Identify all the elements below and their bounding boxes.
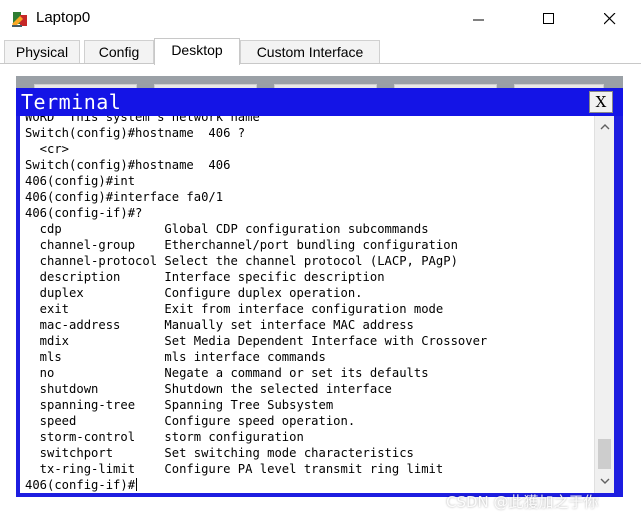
terminal-title: Terminal [21,90,122,114]
terminal-scrollbar[interactable] [594,116,614,493]
minimize-button[interactable] [456,0,502,38]
tab-config[interactable]: Config [84,40,154,64]
terminal-line: spanning-tree Spanning Tree Subsystem [25,398,334,412]
terminal-line: description Interface specific descripti… [25,270,385,284]
close-icon [604,13,616,25]
scroll-thumb[interactable] [598,439,611,469]
terminal-line: shutdown Shutdown the selected interface [25,382,392,396]
terminal-line: speed Configure speed operation. [25,414,356,428]
terminal-line: Switch(config)#hostname 406 ? [25,126,246,140]
terminal-line: WORD This system's network name [25,116,260,124]
terminal-close-button[interactable]: X [589,91,613,113]
close-button[interactable] [587,0,633,38]
cisco-laptop-icon [12,12,27,27]
maximize-button[interactable] [526,0,572,38]
text-cursor [136,478,138,491]
terminal-line: 406(config)#int [25,174,136,188]
terminal-line: no Negate a command or set its defaults [25,366,429,380]
chevron-down-icon [600,478,610,484]
terminal-line: mls mls interface commands [25,350,326,364]
terminal-line: duplex Configure duplex operation. [25,286,363,300]
terminal-line: channel-group Etherchannel/port bundling… [25,238,458,252]
terminal-line: storm-control storm configuration [25,430,304,444]
chevron-up-icon [600,124,610,130]
tab-bar: Physical Config Desktop Custom Interface [0,38,641,65]
window-titlebar: Laptop0 [0,0,641,38]
watermark: CSDN @此獲加之于你 [446,493,599,511]
tab-custom-interface[interactable]: Custom Interface [240,40,380,64]
terminal-line: exit Exit from interface configuration m… [25,302,444,316]
terminal-line: switchport Set switching mode characteri… [25,446,414,460]
terminal-output[interactable]: WORD This system's network name Switch(co… [20,116,594,493]
terminal-line: <cr> [25,142,70,156]
scroll-down-button[interactable] [595,473,614,491]
window-title: Laptop0 [36,9,91,26]
terminal-line: 406(config-if)#? [25,206,143,220]
maximize-icon [543,13,554,24]
terminal-line: mac-address Manually set interface MAC a… [25,318,414,332]
terminal-line: 406(config)#interface fa0/1 [25,190,224,204]
minimize-icon [473,19,484,21]
terminal-line: mdix Set Media Dependent Interface with … [25,334,488,348]
terminal-line: channel-protocol Select the channel prot… [25,254,458,268]
scroll-up-button[interactable] [595,118,614,136]
terminal-line: cdp Global CDP configuration subcommands [25,222,429,236]
tab-physical[interactable]: Physical [4,40,80,64]
terminal-line: tx-ring-limit Configure PA level transmi… [25,462,444,476]
terminal-line: Switch(config)#hostname 406 [25,158,231,172]
terminal-prompt: 406(config-if)# [25,478,136,492]
terminal-lines: WORD This system's network name Switch(co… [25,116,594,493]
tab-desktop[interactable]: Desktop [154,38,240,65]
